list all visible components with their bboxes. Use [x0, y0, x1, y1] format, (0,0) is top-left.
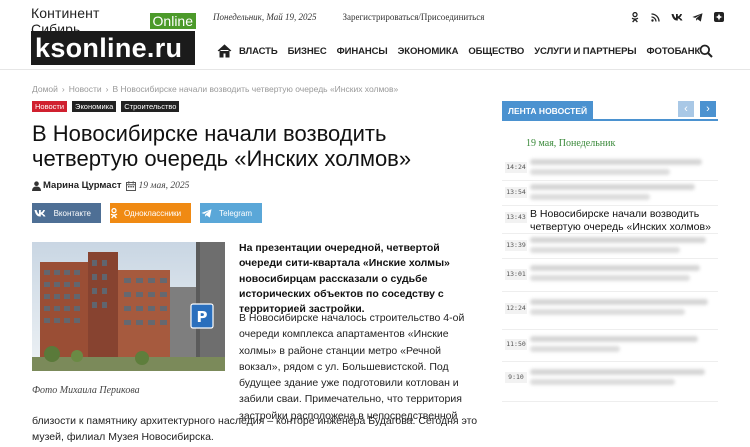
breadcrumb-separator: › — [61, 84, 65, 94]
social-links — [624, 10, 729, 24]
nav-item-fotobank[interactable]: ФОТОБАНК — [647, 46, 701, 57]
feed-item-time: 12:24 — [505, 303, 527, 314]
vk-icon[interactable] — [666, 10, 687, 24]
telegram-icon — [200, 208, 213, 218]
logo-top: Континент Сибирь Online — [31, 5, 196, 37]
feed-item-title-blurred — [530, 264, 716, 284]
article-tags: Новости Экономика Строительство — [32, 101, 184, 112]
chevron-right-icon: › — [706, 103, 710, 115]
photo-caption: Фото Михаила Перикова — [32, 385, 140, 396]
site-header: Континент Сибирь Online ksonline.ru Поне… — [0, 0, 750, 70]
site-logo[interactable]: Континент Сибирь Online ksonline.ru — [31, 5, 196, 68]
feed-item[interactable]: 9:10 — [502, 362, 718, 402]
feed-next-button[interactable]: › — [700, 101, 716, 117]
feed-item[interactable]: 13:54 — [502, 181, 718, 206]
logo-online-badge: Online — [149, 12, 196, 29]
feed-prev-button[interactable]: ‹ — [678, 101, 694, 117]
feed-item-title-wrap: В Новосибирске начали возводить четверту… — [530, 208, 716, 233]
feed-item-title-blurred — [530, 236, 716, 256]
feed-item[interactable]: 13:39 — [502, 234, 718, 259]
feed-item-time: 13:54 — [505, 187, 527, 198]
feed-item-time: 13:01 — [505, 269, 527, 280]
feed-item[interactable]: 13:01 — [502, 259, 718, 292]
feed-item-title-blurred — [530, 158, 716, 178]
nav-item-ekonomika[interactable]: ЭКОНОМИКА — [398, 46, 459, 57]
telegram-icon[interactable] — [687, 10, 708, 24]
calendar-icon — [125, 180, 136, 191]
auth-link[interactable]: Зарегистрироваться/Присоединиться — [342, 12, 484, 22]
share-vk-label: Вконтакте — [53, 208, 91, 218]
feed-day-label: 19 мая, Понедельник — [526, 138, 616, 149]
breadcrumb: Домой › Новости › В Новосибирске начали … — [32, 84, 402, 94]
breadcrumb-separator: › — [105, 84, 109, 94]
article-meta: Марина Цурмаст 19 мая, 2025 — [32, 180, 189, 191]
tag-economy[interactable]: Экономика — [72, 101, 117, 112]
article-title: В Новосибирске начали возводить четверту… — [32, 121, 412, 171]
news-feed-header: ЛЕНТА НОВОСТЕЙ ‹ › — [502, 101, 718, 121]
feed-item-time: 11:50 — [505, 339, 527, 350]
share-ok-button[interactable]: Одноклассники — [110, 203, 191, 223]
ok-icon[interactable] — [624, 10, 645, 24]
news-feed-list: 14:24 13:54 13:43 В Новосибирске начали … — [502, 156, 718, 402]
nav-item-obshchestvo[interactable]: ОБЩЕСТВО — [468, 46, 524, 57]
feed-item-title-blurred — [530, 335, 716, 355]
feed-item-title-blurred — [530, 183, 716, 203]
feed-item-time: 13:43 — [505, 212, 527, 223]
home-icon[interactable] — [217, 44, 232, 58]
breadcrumb-current: В Новосибирске начали возводить четверту… — [112, 84, 399, 94]
share-buttons: Вконтакте Одноклассники Telegram — [32, 203, 271, 223]
rss-icon[interactable] — [645, 10, 666, 24]
user-icon — [32, 180, 41, 191]
feed-item-time: 13:39 — [505, 240, 527, 251]
share-vk-button[interactable]: Вконтакте — [32, 203, 101, 223]
share-telegram-button[interactable]: Telegram — [200, 203, 262, 223]
feed-item-title-blurred — [530, 298, 716, 318]
feed-item-time: 9:10 — [505, 372, 527, 383]
article-lead: На презентации очередной, четвертой очер… — [239, 242, 450, 316]
search-icon[interactable] — [699, 44, 713, 58]
ok-icon — [110, 207, 118, 219]
vk-icon — [32, 209, 48, 217]
share-telegram-label: Telegram — [219, 208, 252, 218]
breadcrumb-news[interactable]: Новости — [69, 84, 102, 94]
tag-construction[interactable]: Строительство — [121, 101, 180, 112]
feed-item-title: В Новосибирске начали возводить четверту… — [530, 208, 711, 233]
feed-item[interactable]: 12:24 — [502, 292, 718, 330]
article-paragraph-continued: близости к памятнику архитектурного насл… — [32, 415, 478, 443]
news-feed-tab[interactable]: ЛЕНТА НОВОСТЕЙ — [502, 101, 594, 121]
breadcrumb-home[interactable]: Домой — [32, 84, 58, 94]
feed-item[interactable]: 13:43 В Новосибирске начали возводить че… — [502, 206, 718, 234]
article-date: 19 мая, 2025 — [138, 180, 190, 191]
feed-item-time: 14:24 — [505, 162, 527, 173]
current-date: Понедельник, Май 19, 2025 — [213, 12, 317, 22]
nav-item-finansy[interactable]: ФИНАНСЫ — [337, 46, 388, 57]
article-paragraph: В Новосибирске началось строительство 4-… — [239, 312, 465, 422]
feed-item[interactable]: 14:24 — [502, 156, 718, 181]
svg-text:P: P — [197, 308, 208, 326]
main-nav: ВЛАСТЬ БИЗНЕС ФИНАНСЫ ЭКОНОМИКА ОБЩЕСТВО… — [217, 42, 713, 60]
top-bar: Понедельник, Май 19, 2025 Зарегистрирова… — [213, 12, 484, 22]
logo-main-text: ksonline.ru — [31, 31, 195, 65]
share-ok-label: Одноклассники — [124, 208, 182, 218]
feed-item[interactable]: 11:50 — [502, 330, 718, 362]
chevron-left-icon: ‹ — [684, 103, 688, 115]
zen-icon[interactable] — [708, 10, 729, 24]
article-author[interactable]: Марина Цурмаст — [43, 180, 122, 191]
article-photo: P — [32, 242, 225, 371]
tag-news[interactable]: Новости — [32, 101, 68, 112]
nav-item-biznes[interactable]: БИЗНЕС — [288, 46, 327, 57]
nav-item-uslugi[interactable]: УСЛУГИ И ПАРТНЕРЫ — [534, 46, 636, 57]
nav-item-vlast[interactable]: ВЛАСТЬ — [239, 46, 278, 57]
feed-item-title-blurred — [530, 368, 716, 388]
